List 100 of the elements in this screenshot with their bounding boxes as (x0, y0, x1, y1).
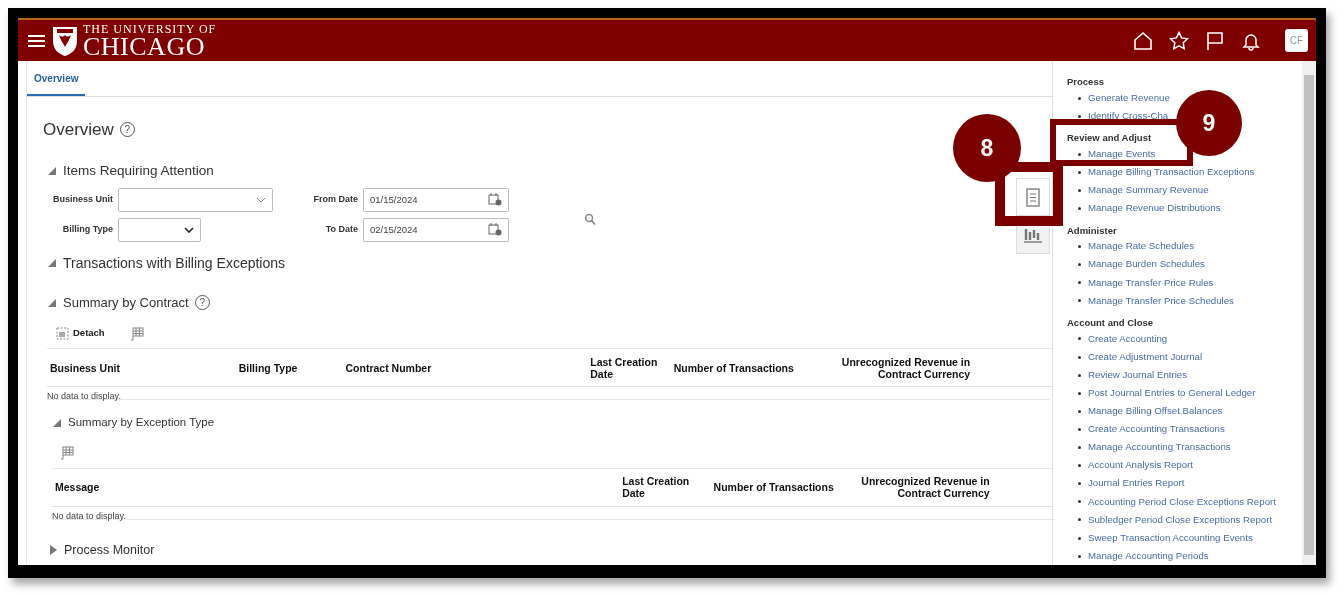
collapse-triangle-icon[interactable] (53, 417, 62, 428)
column-header[interactable]: Contract Number (345, 361, 432, 374)
task-link[interactable]: Sweep Transaction Accounting Events (1088, 530, 1253, 546)
task-link[interactable]: Manage Billing Transaction Exceptions (1088, 165, 1255, 180)
column-header[interactable]: Message (55, 480, 100, 494)
collapse-triangle-icon[interactable] (48, 258, 57, 269)
task-link[interactable]: Post Journal Entries to General Ledger (1088, 386, 1256, 401)
dropdown-field[interactable] (118, 187, 273, 212)
section-heading[interactable]: Items Requiring Attention (63, 160, 214, 181)
collapse-triangle-icon[interactable] (48, 165, 57, 176)
dropdown-field[interactable] (118, 217, 201, 242)
bullet-icon (1078, 446, 1081, 450)
bullet-icon (1078, 207, 1081, 210)
collapse-triangle-icon[interactable] (48, 297, 57, 308)
freeze-columns-icon[interactable] (129, 327, 144, 342)
section-heading[interactable]: Summary by Contract (63, 292, 189, 313)
task-link[interactable]: Accounting Period Close Exceptions Report (1088, 494, 1276, 510)
crest-icon (51, 24, 79, 57)
bullet-icon (1078, 391, 1081, 395)
field-label: To Date (324, 223, 358, 236)
bullet-icon (1078, 373, 1081, 377)
bullet-icon (1078, 96, 1081, 100)
bullet-icon (1078, 170, 1081, 174)
bullet-icon (1078, 337, 1081, 341)
bullet-icon (1078, 281, 1081, 285)
bullet-icon (1078, 245, 1081, 249)
task-link[interactable]: Manage Accounting Transactions (1088, 440, 1231, 455)
empty-message: No data to display. (52, 510, 126, 521)
field-value: 02/15/2024 (370, 222, 418, 237)
group-heading: Account and Close (1067, 315, 1155, 330)
home-icon[interactable] (1133, 30, 1153, 51)
bullet-icon (1078, 554, 1081, 558)
field-label: Business Unit (52, 193, 113, 206)
bullet-icon (1078, 355, 1081, 359)
bullet-icon (1078, 409, 1081, 413)
chevron-down-icon (184, 226, 194, 233)
freeze-columns-icon[interactable] (60, 446, 74, 461)
task-link[interactable]: Journal Entries Report (1088, 476, 1185, 491)
scrollbar[interactable] (1302, 61, 1316, 565)
section-heading[interactable]: Summary by Exception Type (68, 414, 215, 432)
field-label: From Date (312, 193, 358, 206)
task-link[interactable]: Manage Summary Revenue (1088, 183, 1209, 198)
empty-message: No data to display. (47, 391, 121, 402)
group-heading: Administer (1067, 223, 1118, 238)
detach-button[interactable]: Detach (55, 325, 106, 342)
column-header[interactable]: Business Unit (50, 361, 120, 374)
column-header[interactable]: Billing Type (238, 361, 298, 374)
task-link[interactable]: Manage Transfer Price Rules (1088, 275, 1214, 291)
expand-triangle-icon[interactable] (49, 544, 58, 555)
column-header[interactable]: Number of Transactions (713, 480, 834, 494)
date-field[interactable]: 02/15/2024 (363, 217, 509, 242)
column-header[interactable]: Last Creation Date (590, 355, 668, 380)
task-link[interactable]: Create Adjustment Journal (1088, 349, 1203, 365)
column-header[interactable]: Unrecognized Revenue in Contract Currency (830, 355, 971, 380)
group-heading: Process (1067, 75, 1105, 89)
task-link[interactable]: Manage Events (1088, 146, 1156, 162)
bullet-icon (1078, 299, 1081, 303)
field-value: 01/15/2024 (370, 192, 418, 207)
calendar-icon[interactable] (488, 223, 502, 237)
column-header[interactable]: Unrecognized Revenue in Contract Currency (849, 474, 990, 500)
task-link[interactable]: Subledger Period Close Exceptions Report (1088, 512, 1273, 528)
bullet-icon (1078, 464, 1081, 468)
bullet-icon (1078, 114, 1081, 118)
bullet-icon (1078, 482, 1081, 486)
search-icon[interactable] (584, 213, 596, 227)
document-icon (1026, 187, 1040, 207)
task-link[interactable]: Manage Revenue Distributions (1088, 201, 1221, 216)
date-field[interactable]: 01/15/2024 (363, 187, 509, 212)
task-link[interactable]: Manage Burden Schedules (1088, 257, 1205, 272)
field-label: Billing Type (61, 223, 113, 236)
task-link[interactable]: Manage Transfer Price Schedules (1088, 293, 1234, 309)
tab[interactable]: Overview (27, 71, 86, 96)
column-header[interactable]: Number of Transactions (673, 361, 794, 374)
task-link[interactable]: Generate Revenue (1088, 90, 1170, 106)
logo-text: THE UNIVERSITY OF (83, 22, 217, 35)
group-heading: Review and Adjust (1067, 131, 1153, 146)
bullet-icon (1078, 427, 1081, 431)
calendar-icon[interactable] (488, 193, 502, 207)
task-link[interactable]: Manage Rate Schedules (1088, 239, 1195, 254)
task-link[interactable]: Review Journal Entries (1088, 367, 1188, 383)
task-link[interactable]: Manage Accounting Periods (1088, 548, 1209, 564)
logo-text: CHICAGO (83, 34, 205, 59)
task-link[interactable]: Manage Billing Offset Balances (1088, 404, 1223, 419)
task-link[interactable]: Account Analysis Report (1088, 458, 1193, 473)
bullet-icon (1078, 188, 1081, 192)
task-link[interactable]: Identify Cross-Cha (1088, 108, 1169, 124)
favorites-star-icon[interactable] (1169, 30, 1189, 51)
menu-icon[interactable] (28, 33, 45, 48)
user-avatar[interactable]: CF (1285, 29, 1308, 52)
flag-icon[interactable] (1205, 30, 1225, 51)
bar-chart-icon (1023, 227, 1043, 243)
chevron-down-icon (256, 196, 266, 203)
column-header[interactable]: Last Creation Date (622, 474, 708, 500)
task-link[interactable]: Create Accounting (1088, 331, 1168, 347)
task-link[interactable]: Create Accounting Transactions (1088, 422, 1225, 437)
bullet-icon (1078, 518, 1081, 522)
section-heading[interactable]: Process Monitor (64, 540, 155, 560)
section-heading[interactable]: Transactions with Billing Exceptions (63, 252, 286, 274)
bullet-icon (1078, 263, 1081, 267)
page-title: Overview (43, 119, 114, 141)
